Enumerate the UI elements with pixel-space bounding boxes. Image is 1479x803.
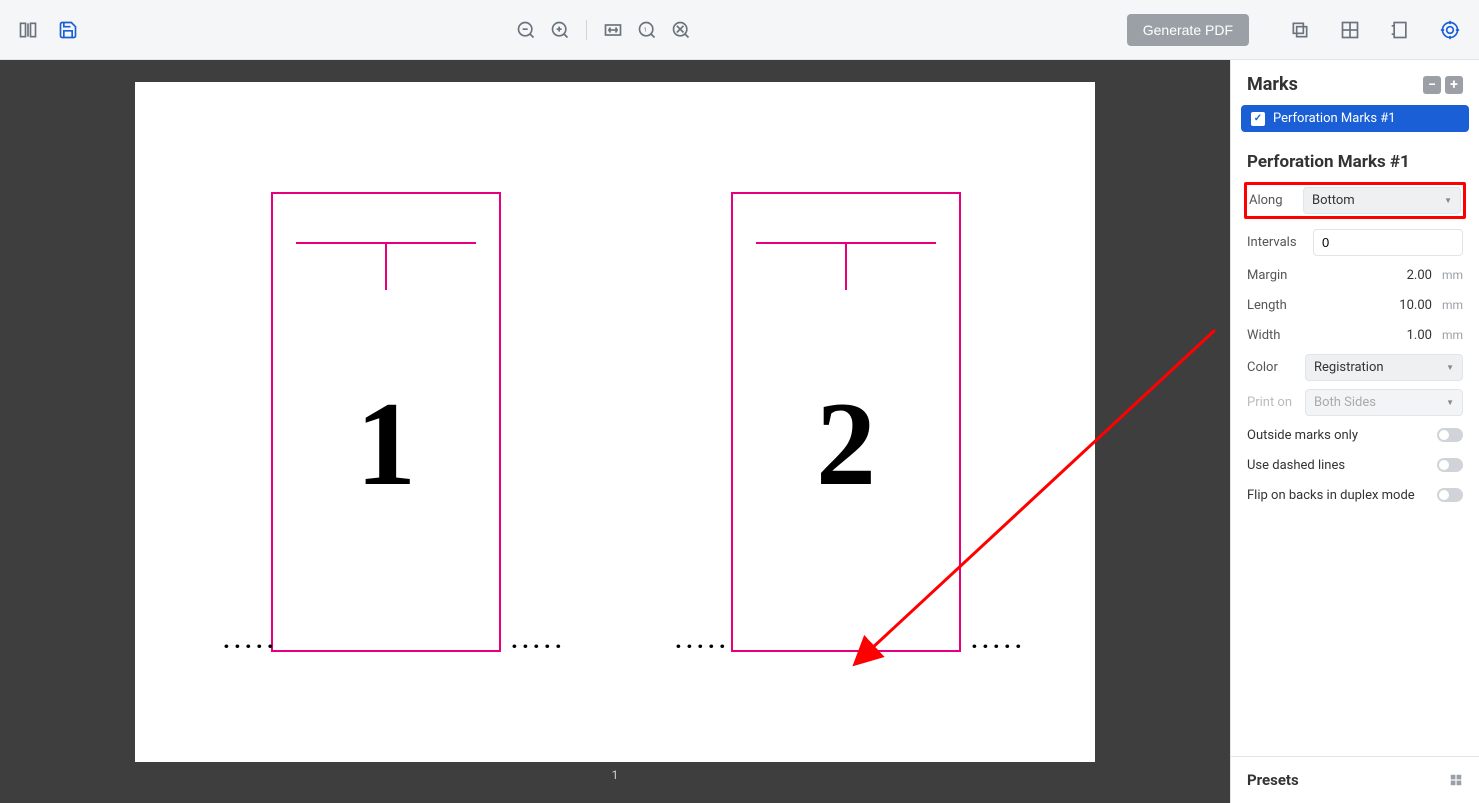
remove-mark-button[interactable]: − <box>1423 76 1441 94</box>
color-label: Color <box>1247 360 1297 375</box>
marks-panel-title: Marks <box>1247 74 1298 95</box>
card-number: 1 <box>356 375 416 513</box>
properties-title: Perforation Marks #1 <box>1231 138 1479 182</box>
top-toolbar: 1 Generate PDF <box>0 0 1479 60</box>
separator <box>586 20 587 40</box>
zoom-in-icon[interactable] <box>548 18 572 42</box>
unit-label: mm <box>1442 298 1463 312</box>
card-number: 2 <box>816 375 876 513</box>
unit-label: mm <box>1442 268 1463 282</box>
columns-icon[interactable] <box>16 18 40 42</box>
outside-marks-toggle[interactable] <box>1437 428 1463 442</box>
perforation-mark: ..... <box>971 626 1026 654</box>
along-label: Along <box>1249 193 1293 208</box>
panel-tab-copies-icon[interactable] <box>1287 17 1313 43</box>
length-value[interactable]: 10.00 <box>1399 298 1432 313</box>
along-select[interactable]: Bottom▼ <box>1303 187 1461 214</box>
panel-tab-layout-icon[interactable] <box>1337 17 1363 43</box>
svg-text:1: 1 <box>644 27 647 33</box>
width-value[interactable]: 1.00 <box>1407 328 1432 343</box>
presets-title: Presets <box>1247 771 1299 789</box>
margin-label: Margin <box>1247 268 1297 283</box>
dashed-lines-toggle[interactable] <box>1437 458 1463 472</box>
dashed-lines-label: Use dashed lines <box>1247 458 1345 473</box>
perforation-mark: ..... <box>223 626 278 654</box>
t-mark <box>296 242 476 290</box>
page-preview: 1 2 ..... ..... ..... ..... <box>135 82 1095 762</box>
margin-value[interactable]: 2.00 <box>1407 268 1432 283</box>
add-mark-button[interactable]: + <box>1445 76 1463 94</box>
length-label: Length <box>1247 298 1297 313</box>
checkbox-icon[interactable]: ✓ <box>1251 112 1265 126</box>
imposed-card-2: 2 <box>731 192 961 652</box>
save-icon[interactable] <box>56 18 80 42</box>
color-select[interactable]: Registration▼ <box>1305 354 1463 381</box>
generate-pdf-button[interactable]: Generate PDF <box>1127 14 1249 46</box>
highlight-annotation: Along Bottom▼ <box>1244 182 1466 219</box>
mark-list-item[interactable]: ✓ Perforation Marks #1 <box>1241 105 1469 132</box>
marks-panel: Marks − + ✓ Perforation Marks #1 Perfora… <box>1230 60 1479 803</box>
mark-item-label: Perforation Marks #1 <box>1273 111 1396 126</box>
panel-tab-marks-icon[interactable] <box>1437 17 1463 43</box>
printon-label: Print on <box>1247 395 1297 410</box>
outside-marks-label: Outside marks only <box>1247 428 1358 443</box>
zoom-actual-icon[interactable]: 1 <box>635 18 659 42</box>
panel-tab-sheet-icon[interactable] <box>1387 17 1413 43</box>
page-number-label: 1 <box>612 768 619 782</box>
imposed-card-1: 1 <box>271 192 501 652</box>
zoom-fit-icon[interactable] <box>669 18 693 42</box>
intervals-label: Intervals <box>1247 235 1297 250</box>
printon-select: Both Sides▼ <box>1305 389 1463 416</box>
fit-width-icon[interactable] <box>601 18 625 42</box>
width-label: Width <box>1247 328 1297 343</box>
flip-backs-label: Flip on backs in duplex mode <box>1247 488 1415 503</box>
perforation-mark: ..... <box>511 626 566 654</box>
zoom-out-icon[interactable] <box>514 18 538 42</box>
unit-label: mm <box>1442 328 1463 342</box>
flip-backs-toggle[interactable] <box>1437 488 1463 502</box>
t-mark <box>756 242 936 290</box>
presets-grid-icon[interactable] <box>1449 773 1463 787</box>
canvas-area[interactable]: 1 2 ..... ..... ..... ..... 1 <box>0 60 1230 803</box>
intervals-input[interactable] <box>1313 229 1463 256</box>
perforation-mark: ..... <box>675 626 730 654</box>
